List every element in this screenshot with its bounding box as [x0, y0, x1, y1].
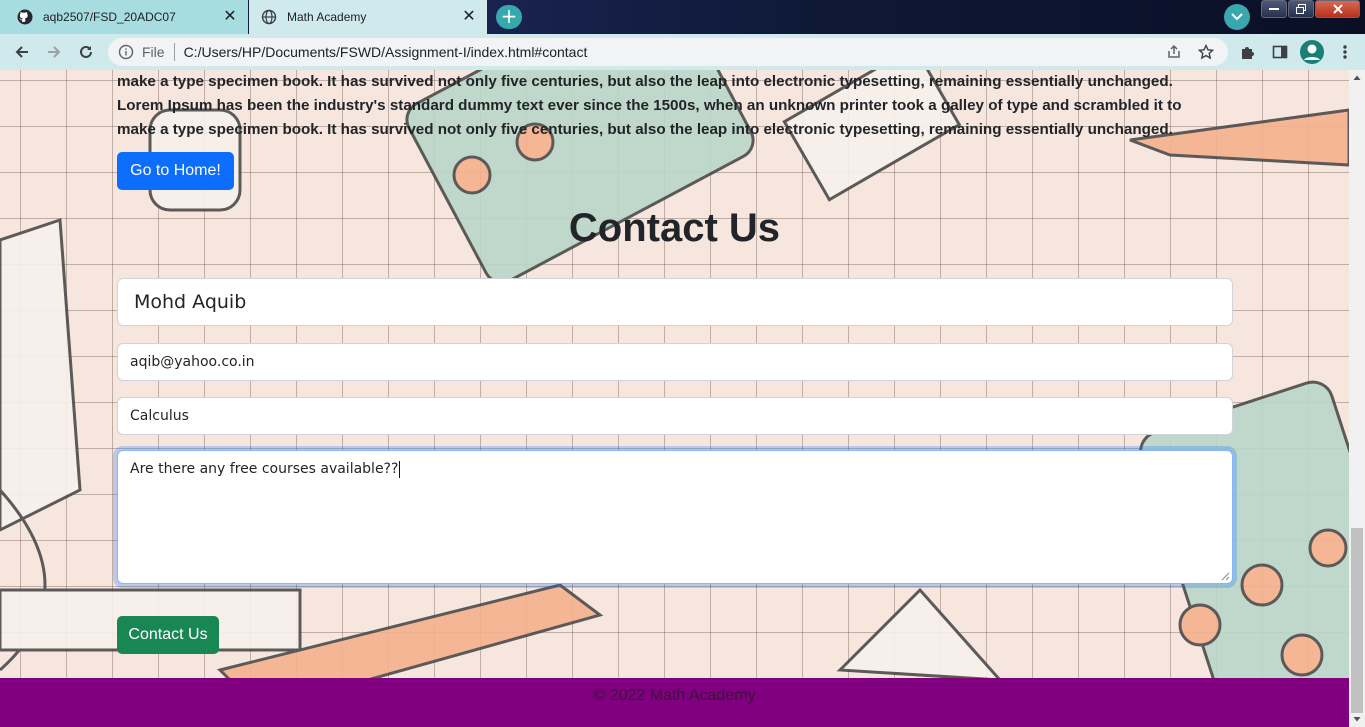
tab-github-repo[interactable]: aqb2507/FSD_20ADC07 ✕ [0, 0, 248, 34]
address-bar[interactable]: File C:/Users/HP/Documents/FSWD/Assignme… [108, 38, 1228, 66]
url-text[interactable]: C:/Users/HP/Documents/FSWD/Assignment-I/… [184, 44, 1164, 60]
side-panel-icon[interactable] [1270, 42, 1290, 62]
tab-close-icon[interactable]: ✕ [461, 9, 477, 25]
subject-field[interactable]: Calculus [117, 397, 1233, 435]
intro-line: make a type specimen book. It has surviv… [117, 121, 1173, 138]
tab-math-academy[interactable]: Math Academy ✕ [249, 0, 487, 34]
tab-title: aqb2507/FSD_20ADC07 [43, 10, 176, 24]
page-scrollbar[interactable] [1349, 70, 1365, 727]
menu-kebab-icon[interactable] [1335, 42, 1355, 62]
contact-heading: Contact Us [568, 206, 781, 250]
window-close-icon[interactable] [1315, 0, 1360, 18]
github-icon [17, 9, 33, 25]
info-icon[interactable] [118, 44, 134, 60]
intro-line: make a type specimen book. It has surviv… [117, 73, 1173, 90]
new-tab-button[interactable]: + [496, 5, 522, 29]
back-arrow-icon[interactable] [6, 36, 38, 68]
scroll-thumb[interactable] [1351, 528, 1363, 713]
text-caret [399, 461, 401, 478]
tab-close-icon[interactable]: ✕ [222, 9, 238, 25]
extensions-puzzle-icon[interactable] [1238, 42, 1258, 62]
window-controls [1260, 0, 1360, 20]
contact-submit-button[interactable]: Contact Us [117, 616, 219, 654]
globe-icon [261, 9, 277, 25]
tab-title: Math Academy [287, 10, 367, 24]
scroll-down-arrow-icon[interactable] [1353, 715, 1361, 723]
forward-arrow-icon[interactable] [38, 36, 70, 68]
bookmark-star-icon[interactable] [1196, 42, 1216, 62]
scroll-up-arrow-icon[interactable] [1353, 74, 1361, 82]
scheme-label: File [142, 44, 165, 60]
restore-icon[interactable] [1288, 0, 1314, 18]
page-viewport: make a type specimen book. It has surviv… [0, 70, 1349, 727]
tab-strip: aqb2507/FSD_20ADC07 ✕ Math Academy ✕ + [0, 0, 1365, 34]
intro-paragraph: make a type specimen book. It has surviv… [117, 70, 1237, 142]
address-divider [173, 43, 175, 61]
minimize-icon[interactable] [1261, 0, 1287, 18]
intro-line: Lorem Ipsum has been the industry's stan… [117, 97, 1182, 114]
message-textarea[interactable]: Are there any free courses available?? [117, 450, 1233, 584]
profile-avatar-icon[interactable] [1300, 40, 1324, 64]
resize-handle-icon[interactable] [1221, 572, 1230, 581]
tab-search-chevron-icon[interactable] [1224, 4, 1250, 30]
email-field[interactable]: aqib@yahoo.co.in [117, 343, 1233, 381]
share-icon[interactable] [1164, 42, 1184, 62]
message-text: Are there any free courses available?? [130, 461, 399, 477]
page-footer: © 2022 Math Academy [0, 678, 1349, 727]
name-field[interactable]: Mohd Aquib [117, 278, 1233, 326]
reload-icon[interactable] [70, 36, 102, 68]
browser-toolbar: File C:/Users/HP/Documents/FSWD/Assignme… [0, 34, 1365, 70]
go-home-button[interactable]: Go to Home! [117, 152, 234, 190]
